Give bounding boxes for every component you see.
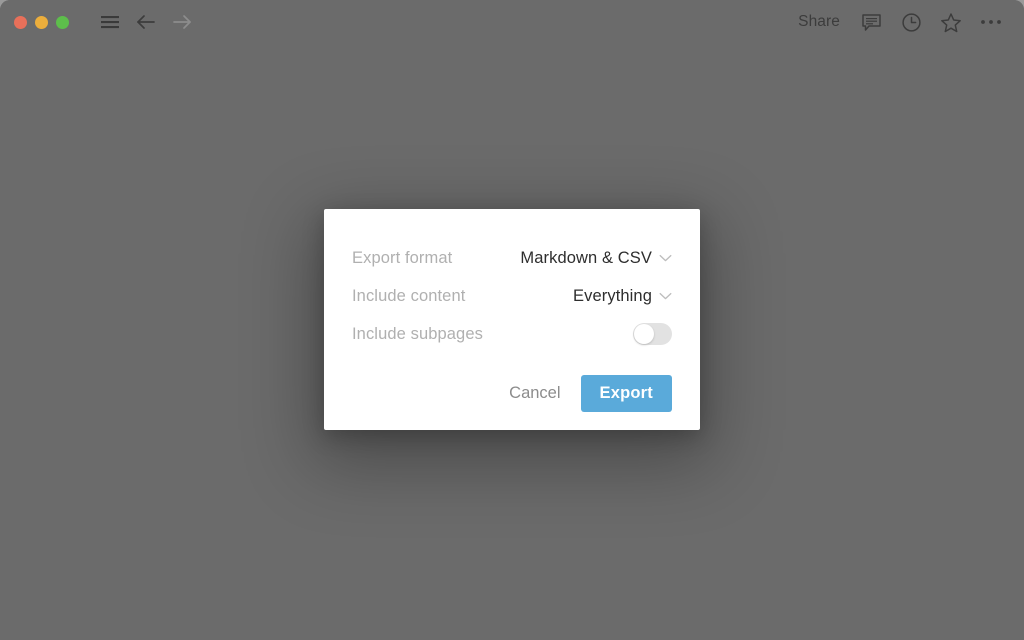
- export-format-row: Export format Markdown & CSV: [352, 239, 672, 277]
- include-content-value: Everything: [573, 286, 652, 305]
- export-format-dropdown[interactable]: Markdown & CSV: [520, 249, 672, 268]
- chevron-down-icon: [659, 292, 672, 300]
- dialog-actions: Cancel Export: [352, 375, 672, 412]
- include-content-dropdown[interactable]: Everything: [573, 287, 672, 306]
- export-button[interactable]: Export: [580, 375, 672, 412]
- include-content-row: Include content Everything: [352, 277, 672, 315]
- export-format-label: Export format: [352, 248, 453, 267]
- toggle-knob: [634, 324, 654, 344]
- include-subpages-toggle[interactable]: [633, 323, 672, 345]
- export-format-value: Markdown & CSV: [520, 248, 652, 267]
- include-content-label: Include content: [352, 286, 466, 305]
- app-window: Share Export format Markdown & CSV Inclu…: [0, 0, 1024, 640]
- export-dialog: Export format Markdown & CSV Include con…: [324, 209, 700, 430]
- include-subpages-row: Include subpages: [352, 315, 672, 353]
- include-subpages-label: Include subpages: [352, 324, 483, 343]
- cancel-button[interactable]: Cancel: [503, 377, 566, 410]
- chevron-down-icon: [659, 254, 672, 262]
